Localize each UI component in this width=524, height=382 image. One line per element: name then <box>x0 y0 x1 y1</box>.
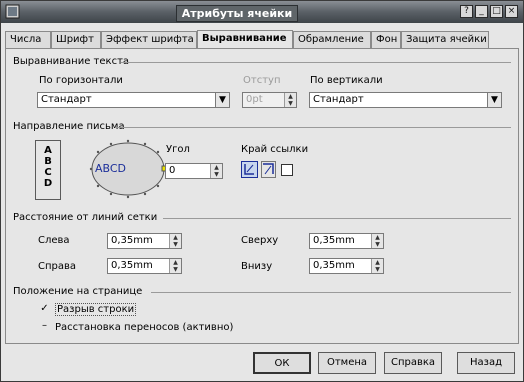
divider <box>121 62 511 63</box>
hyphenation-label[interactable]: Расстановка переносов (активно) <box>55 322 233 333</box>
indent-value: 0pt <box>246 94 263 105</box>
angle-dial[interactable] <box>78 137 178 201</box>
bottom-label: Внизу <box>241 261 273 272</box>
tab-font[interactable]: Шрифт <box>51 31 101 48</box>
vertical-select[interactable]: Стандарт ▼ <box>309 92 502 108</box>
dialog-window: Атрибуты ячейки ? _ □ × Числа Шрифт Эффе… <box>0 0 524 382</box>
ref-edge-inside-icon[interactable] <box>281 164 293 176</box>
tab-font-effects[interactable]: Эффект шрифта <box>101 31 197 48</box>
cancel-button[interactable]: Отмена <box>318 352 376 374</box>
spin-arrows-icon[interactable]: ▲ ▼ <box>371 259 383 273</box>
ref-edge-top-icon[interactable] <box>261 161 276 178</box>
tab-alignment[interactable]: Выравнивание <box>197 30 293 49</box>
top-label: Сверху <box>241 235 279 246</box>
section-text-alignment: Выравнивание текста <box>13 56 130 67</box>
help-button[interactable]: Справка <box>384 352 442 374</box>
tab-cell-protection[interactable]: Защита ячейки <box>401 31 489 48</box>
spin-arrows-icon[interactable]: ▲ ▼ <box>284 93 296 107</box>
wrap-label[interactable]: Разрыв строки <box>55 303 137 316</box>
ref-edge-buttons <box>241 161 293 178</box>
angle-label: Угол <box>166 144 190 155</box>
horizontal-value: Стандарт <box>41 94 92 105</box>
right-value: 0,35mm <box>111 260 153 271</box>
ref-edge-label: Край ссылки <box>241 144 309 155</box>
spin-arrows-icon[interactable]: ▲ ▼ <box>169 259 181 273</box>
angle-value: 0 <box>169 165 176 176</box>
section-grid-spacing: Расстояние от линий сетки <box>13 212 158 223</box>
right-spinner[interactable]: 0,35mm ▲ ▼ <box>107 258 182 274</box>
horizontal-label: По горизонтали <box>39 75 123 86</box>
left-spinner[interactable]: 0,35mm ▲ ▼ <box>107 233 182 249</box>
bottom-spinner[interactable]: 0,35mm ▲ ▼ <box>309 258 384 274</box>
tab-borders[interactable]: Обрамление <box>293 31 371 48</box>
hyphenation-checkbox[interactable]: – <box>39 320 50 331</box>
spin-arrows-icon[interactable]: ▲ ▼ <box>169 234 181 248</box>
close-button[interactable]: × <box>505 5 518 18</box>
top-value: 0,35mm <box>313 235 355 246</box>
back-button[interactable]: Назад <box>457 352 515 374</box>
vertical-text-sample: ABCD <box>43 145 53 189</box>
top-spinner[interactable]: 0,35mm ▲ ▼ <box>309 233 384 249</box>
dropdown-arrow-icon[interactable]: ▼ <box>215 93 229 107</box>
maximize-button[interactable]: □ <box>490 5 503 18</box>
bottom-value: 0,35mm <box>313 260 355 271</box>
ref-edge-bottom-icon[interactable] <box>241 161 258 178</box>
vertical-stacking-toggle[interactable]: ABCD <box>35 140 61 200</box>
indent-spinner[interactable]: 0pt ▲ ▼ <box>242 92 297 108</box>
left-value: 0,35mm <box>111 235 153 246</box>
right-label: Справа <box>38 261 77 272</box>
vertical-value: Стандарт <box>313 94 364 105</box>
angle-spinner[interactable]: 0 ▲ ▼ <box>165 163 223 179</box>
left-label: Слева <box>38 235 70 246</box>
indent-label: Отступ <box>243 75 281 86</box>
wrap-checkbox[interactable]: ✓ <box>39 303 50 314</box>
tab-numbers[interactable]: Числа <box>5 31 51 48</box>
section-text-direction: Направление письма <box>13 121 125 132</box>
horizontal-select[interactable]: Стандарт ▼ <box>37 92 230 108</box>
spin-arrows-icon[interactable]: ▲ ▼ <box>210 164 222 178</box>
title-bar[interactable]: Атрибуты ячейки ? _ □ × <box>1 1 523 23</box>
vertical-label: По вертикали <box>310 75 383 86</box>
divider <box>151 292 511 293</box>
dropdown-arrow-icon[interactable]: ▼ <box>487 93 501 107</box>
tab-background[interactable]: Фон <box>371 31 401 48</box>
divider <box>115 127 511 128</box>
app-icon[interactable] <box>5 4 20 19</box>
minimize-button[interactable]: _ <box>475 5 488 18</box>
divider <box>163 218 511 219</box>
section-page-position: Положение на странице <box>13 286 143 297</box>
tab-bar: Числа Шрифт Эффект шрифта Выравнивание О… <box>5 30 519 49</box>
ok-button[interactable]: ОК <box>253 352 311 374</box>
window-title: Атрибуты ячейки <box>176 5 298 22</box>
dial-sample-text: ABCD <box>95 162 127 175</box>
help-title-button[interactable]: ? <box>460 5 473 18</box>
spin-arrows-icon[interactable]: ▲ ▼ <box>371 234 383 248</box>
